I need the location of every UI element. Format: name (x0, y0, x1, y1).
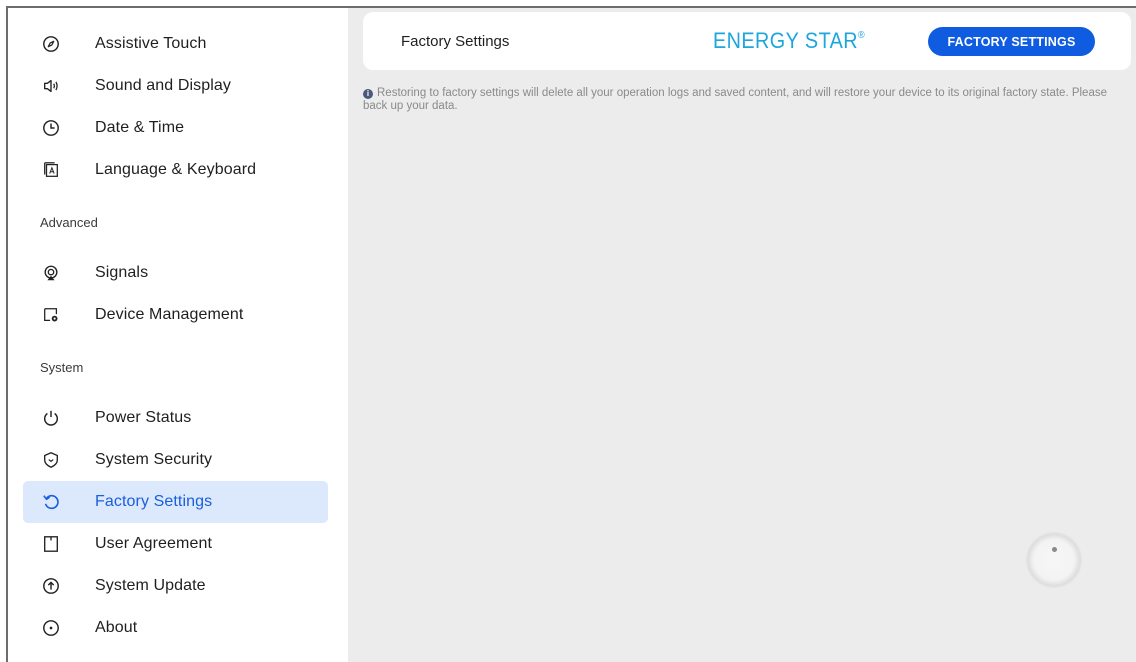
sidebar-item-label: Signals (95, 264, 149, 281)
sidebar-item-label: Language & Keyboard (95, 161, 257, 178)
settings-window: Assistive Touch Sound and Display Date &… (6, 6, 1136, 662)
sidebar-item-label: About (95, 619, 138, 636)
main-content: Factory Settings ENERGY STAR® FACTORY SE… (348, 8, 1136, 662)
warning-text: Restoring to factory settings will delet… (363, 87, 1107, 112)
info-dot-icon (41, 618, 61, 638)
sidebar-item-language-keyboard[interactable]: Language & Keyboard (23, 149, 328, 191)
warning-message: i Restoring to factory settings will dele… (363, 87, 1123, 113)
sidebar-item-user-agreement[interactable]: User Agreement (23, 523, 328, 565)
sidebar: Assistive Touch Sound and Display Date &… (8, 8, 348, 662)
sidebar-item-label: Device Management (95, 306, 244, 323)
device-gear-icon (41, 305, 61, 325)
power-icon (41, 408, 61, 428)
keyboard-language-icon (41, 160, 61, 180)
sidebar-item-label: Assistive Touch (95, 35, 207, 52)
section-title-advanced: Advanced (40, 215, 98, 230)
clock-icon (41, 118, 61, 138)
assistive-touch-dot (1052, 547, 1057, 552)
signal-icon (41, 263, 61, 283)
sidebar-item-sound-and-display[interactable]: Sound and Display (23, 65, 328, 107)
restore-icon (41, 492, 61, 512)
brand-mark: ® (858, 30, 866, 41)
sidebar-item-about[interactable]: About (23, 607, 328, 649)
speaker-icon (41, 76, 61, 96)
header-card: Factory Settings ENERGY STAR® FACTORY SE… (363, 12, 1131, 70)
section-title-system: System (40, 360, 84, 375)
assistive-touch-ball[interactable] (1028, 534, 1080, 586)
update-arrow-icon (41, 576, 61, 596)
sidebar-item-label: Date & Time (95, 119, 185, 136)
sidebar-item-label: Power Status (95, 409, 192, 426)
page-title: Factory Settings (401, 32, 510, 50)
sidebar-item-system-security[interactable]: System Security (23, 439, 328, 481)
sidebar-item-device-management[interactable]: Device Management (23, 294, 328, 336)
sidebar-item-factory-settings[interactable]: Factory Settings (23, 481, 328, 523)
sidebar-item-label: System Security (95, 451, 213, 468)
sidebar-item-label: User Agreement (95, 535, 213, 552)
sidebar-item-label: System Update (95, 577, 206, 594)
sidebar-item-date-time[interactable]: Date & Time (23, 107, 328, 149)
sidebar-item-system-update[interactable]: System Update (23, 565, 328, 607)
sidebar-item-assistive-touch[interactable]: Assistive Touch (23, 23, 328, 65)
brand-text: ENERGY STAR (713, 28, 859, 53)
compass-icon (41, 34, 61, 54)
sidebar-item-power-status[interactable]: Power Status (23, 397, 328, 439)
factory-settings-button[interactable]: FACTORY SETTINGS (928, 27, 1095, 56)
info-icon: i (363, 89, 373, 99)
sidebar-item-signals[interactable]: Signals (23, 252, 328, 294)
energy-star-logo: ENERGY STAR® (713, 28, 865, 54)
document-icon (41, 534, 61, 554)
shield-icon (41, 450, 61, 470)
sidebar-item-label: Sound and Display (95, 77, 232, 94)
sidebar-item-label: Factory Settings (95, 493, 213, 510)
